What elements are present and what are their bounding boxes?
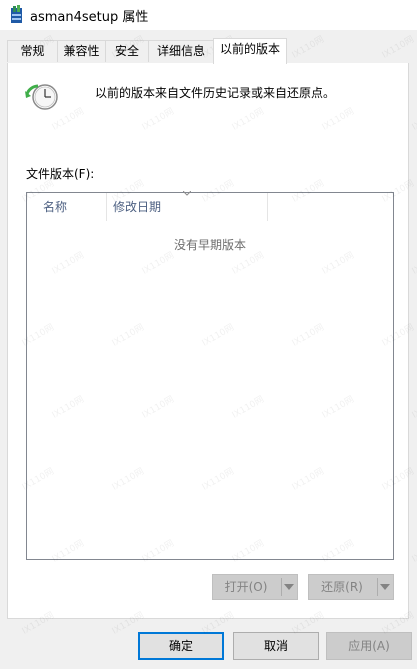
restore-dropdown-arrow-icon[interactable] (380, 583, 390, 591)
ok-button[interactable]: 确定 (138, 632, 224, 660)
open-button-label: 打开(O) (224, 580, 268, 594)
column-header-name[interactable]: 名称 (43, 193, 67, 221)
tab-general[interactable]: 常规 (7, 40, 58, 62)
tab-security[interactable]: 安全 (105, 40, 149, 62)
previous-versions-description: 以前的版本来自文件历史记录或来自还原点。 (95, 86, 336, 100)
tab-previous-versions[interactable]: 以前的版本 (213, 38, 287, 64)
open-dropdown-arrow-icon[interactable] (284, 583, 294, 591)
empty-list-message: 没有早期版本 (173, 238, 246, 252)
tab-compatibility-label: 兼容性 (63, 44, 100, 58)
watermark-text: IX110网 (410, 250, 417, 277)
watermark-text: IX110网 (410, 106, 417, 133)
column-divider[interactable] (267, 193, 268, 221)
tab-details-label: 详细信息 (156, 44, 205, 58)
file-versions-list[interactable]: 名称 修改日期 没有早期版本 (26, 191, 394, 560)
restore-clock-icon (25, 84, 58, 110)
title-bar: asman4setup 属性 (0, 0, 417, 30)
apply-button[interactable]: 应用(A) (326, 632, 412, 660)
cancel-button[interactable]: 取消 (233, 632, 319, 660)
watermark-text: IX110网 (410, 394, 417, 421)
split-separator (377, 578, 378, 596)
restore-button-label: 还原(R) (321, 580, 363, 594)
file-versions-label: 文件版本(F): (26, 167, 95, 181)
tab-details[interactable]: 详细信息 (148, 40, 214, 62)
column-header-date-modified[interactable]: 修改日期 (113, 193, 161, 221)
restore-split-button[interactable]: 还原(R) (308, 574, 394, 600)
tab-compatibility[interactable]: 兼容性 (57, 40, 106, 62)
split-separator (281, 578, 282, 596)
sort-indicator-icon (183, 191, 191, 196)
window-title: asman4setup 属性 (30, 10, 149, 25)
tab-previous-versions-label: 以前的版本 (219, 42, 280, 56)
tab-general-label: 常规 (20, 44, 45, 58)
list-header: 名称 修改日期 (27, 191, 393, 221)
column-divider[interactable] (106, 193, 107, 221)
open-split-button[interactable]: 打开(O) (212, 574, 298, 600)
setup-app-icon (11, 5, 22, 23)
watermark-text: IX110网 (410, 538, 417, 565)
tab-security-label: 安全 (114, 44, 139, 58)
tab-strip: 常规 兼容性 安全 详细信息 以前的版本 (0, 30, 417, 64)
